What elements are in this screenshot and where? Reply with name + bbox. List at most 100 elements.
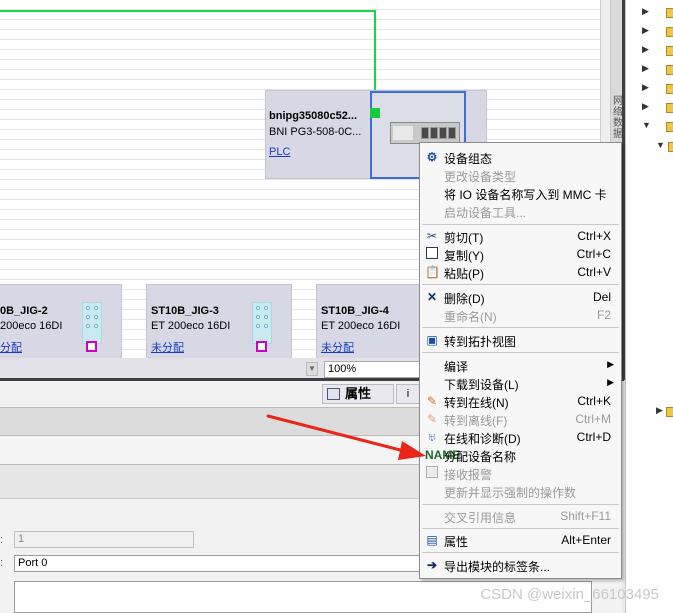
expand-arrow-icon[interactable]: ▶ bbox=[642, 82, 649, 93]
device-name: ST10B_JIG-4 bbox=[321, 305, 389, 317]
menu-item-download[interactable]: 下载到设备(L) ▶ bbox=[420, 374, 621, 392]
menu-item-label: 转到拓扑视图 bbox=[444, 335, 517, 349]
scroll-down-icon[interactable]: ▼ bbox=[306, 362, 318, 376]
alarm-icon bbox=[425, 466, 439, 480]
tree-item[interactable]: ▶ bbox=[640, 101, 673, 117]
tree-item[interactable]: ▶ bbox=[640, 6, 673, 22]
menu-item-export-labels[interactable]: ➔ 导出模块的标签条... bbox=[420, 556, 621, 574]
folder-icon bbox=[666, 65, 673, 75]
menu-item-update-forced-operands: 更新并显示强制的操作数 bbox=[420, 482, 621, 500]
diagnostics-icon: ♅ bbox=[427, 430, 437, 444]
menu-item-write-name-to-mmc[interactable]: 将 IO 设备名称写入到 MMC 卡 bbox=[420, 184, 621, 202]
menu-separator bbox=[422, 327, 619, 328]
menu-separator bbox=[422, 352, 619, 353]
tree-item[interactable]: ▶ bbox=[640, 25, 673, 41]
go-offline-icon: ✎ bbox=[426, 412, 438, 426]
menu-item-assign-device-name[interactable]: NAME 分配设备名称 bbox=[420, 446, 621, 464]
tab-info[interactable]: i bbox=[396, 384, 420, 404]
expand-arrow-icon[interactable]: ▶ bbox=[656, 405, 663, 416]
menu-item-cross-reference: 交叉引用信息 Shift+F11 bbox=[420, 507, 621, 525]
submenu-arrow-icon: ▶ bbox=[607, 359, 614, 369]
folder-icon bbox=[666, 27, 673, 37]
menu-item-copy[interactable]: 复制(Y) Ctrl+C bbox=[420, 245, 621, 263]
device-port-icon[interactable] bbox=[256, 341, 267, 352]
menu-item-online-diagnostics[interactable]: ♅ 在线和诊断(D) Ctrl+D bbox=[420, 428, 621, 446]
device-assign-link[interactable]: 分配 bbox=[0, 339, 22, 355]
expand-arrow-icon[interactable]: ▶ bbox=[642, 63, 649, 74]
menu-item-paste[interactable]: 📋 粘贴(P) Ctrl+V bbox=[420, 263, 621, 281]
device-type: BNI PG3-508-0C... bbox=[269, 126, 362, 138]
menu-item-label: 分配设备名称 bbox=[444, 450, 517, 464]
menu-item-receive-alarms: 接收报警 bbox=[420, 464, 621, 482]
device-type: ET 200eco 16DI bbox=[321, 320, 401, 332]
profinet-line bbox=[0, 10, 376, 12]
device-type: 200eco 16DI bbox=[0, 320, 63, 332]
number-field: 1 bbox=[14, 531, 194, 548]
menu-item-label: 在线和诊断(D) bbox=[444, 432, 521, 446]
menu-item-shortcut: Ctrl+M bbox=[575, 412, 611, 426]
menu-item-cut[interactable]: ✂ 剪切(T) Ctrl+X bbox=[420, 227, 621, 245]
menu-item-go-to-topology[interactable]: ▣ 转到拓扑视图 bbox=[420, 331, 621, 349]
assign-name-icon: NAME bbox=[425, 448, 461, 462]
copy-icon bbox=[425, 247, 439, 261]
expand-arrow-icon[interactable]: ▶ bbox=[642, 44, 649, 55]
menu-item-label: 接收报警 bbox=[444, 468, 493, 482]
menu-item-label: 下载到设备(L) bbox=[444, 378, 519, 392]
tree-item[interactable]: ▶ bbox=[654, 405, 673, 421]
submenu-arrow-icon: ▶ bbox=[607, 377, 614, 387]
project-tree: ▶ ▶ ▶ ▶ ▶ ▶ ▼ ▼ ▶ bbox=[625, 0, 673, 613]
menu-item-shortcut: Ctrl+D bbox=[576, 430, 611, 444]
menu-item-properties[interactable]: ▤ 属性 Alt+Enter bbox=[420, 531, 621, 549]
properties-icon: ▤ bbox=[426, 533, 438, 547]
device-name: ST10B_JIG-3 bbox=[151, 305, 219, 317]
device-name: bnipg35080c52... bbox=[269, 110, 358, 122]
menu-item-label: 属性 bbox=[444, 535, 469, 549]
menu-item-compile[interactable]: 编译 ▶ bbox=[420, 356, 621, 374]
tree-item[interactable]: ▶ bbox=[640, 82, 673, 98]
info-icon: i bbox=[406, 388, 410, 400]
menu-separator bbox=[422, 528, 619, 529]
menu-item-change-device-type: 更改设备类型 bbox=[420, 166, 621, 184]
menu-item-label: 重命名(N) bbox=[444, 310, 497, 324]
menu-item-shortcut: F2 bbox=[596, 308, 611, 322]
menu-separator bbox=[422, 284, 619, 285]
menu-item-label: 删除(D) bbox=[444, 292, 485, 306]
collapse-arrow-icon[interactable]: ▼ bbox=[656, 140, 665, 150]
field-label: : bbox=[0, 557, 4, 569]
device-port-icon[interactable] bbox=[370, 108, 380, 118]
tree-item[interactable]: ▶ bbox=[640, 44, 673, 60]
field-label: : bbox=[0, 534, 4, 546]
properties-icon bbox=[327, 388, 340, 400]
device-plc-link[interactable]: PLC bbox=[269, 146, 290, 158]
expand-arrow-icon[interactable]: ▶ bbox=[642, 25, 649, 36]
device-assign-link[interactable]: 未分配 bbox=[151, 339, 184, 355]
folder-icon bbox=[666, 103, 673, 113]
tree-item[interactable]: ▼ bbox=[654, 140, 673, 156]
device-port-icon[interactable] bbox=[86, 341, 97, 352]
context-menu: ⚙ 设备组态 更改设备类型 将 IO 设备名称写入到 MMC 卡 启动设备工具.… bbox=[419, 142, 622, 579]
menu-item-label: 编译 bbox=[444, 360, 469, 374]
expand-arrow-icon[interactable]: ▶ bbox=[642, 101, 649, 112]
tree-item[interactable]: ▼ bbox=[640, 120, 673, 136]
collapse-arrow-icon[interactable]: ▼ bbox=[642, 120, 651, 130]
zoom-select[interactable]: 100% bbox=[324, 361, 420, 378]
menu-item-shortcut: Shift+F11 bbox=[560, 509, 611, 523]
menu-item-start-device-tool: 启动设备工具... bbox=[420, 202, 621, 220]
module-image-icon bbox=[390, 122, 460, 144]
menu-item-label: 设备组态 bbox=[444, 152, 493, 166]
menu-item-label: 转到在线(N) bbox=[444, 396, 509, 410]
expand-arrow-icon[interactable]: ▶ bbox=[642, 6, 649, 17]
device-config-icon: ⚙ bbox=[426, 150, 438, 164]
menu-item-shortcut: Ctrl+K bbox=[577, 394, 611, 408]
menu-item-rename: 重命名(N) F2 bbox=[420, 306, 621, 324]
device-assign-link[interactable]: 未分配 bbox=[321, 339, 354, 355]
menu-item-shortcut: Del bbox=[592, 290, 611, 304]
tree-item[interactable]: ▶ bbox=[640, 63, 673, 79]
tab-properties-label: 属性 bbox=[345, 386, 372, 401]
port-select[interactable]: Port 0 bbox=[14, 555, 424, 572]
menu-item-device-configuration[interactable]: ⚙ 设备组态 bbox=[420, 148, 621, 166]
tab-properties[interactable]: 属性 bbox=[322, 384, 394, 404]
scissors-icon: ✂ bbox=[426, 229, 438, 243]
menu-item-delete[interactable]: ✕ 删除(D) Del bbox=[420, 288, 621, 306]
menu-item-go-online[interactable]: ✎ 转到在线(N) Ctrl+K bbox=[420, 392, 621, 410]
